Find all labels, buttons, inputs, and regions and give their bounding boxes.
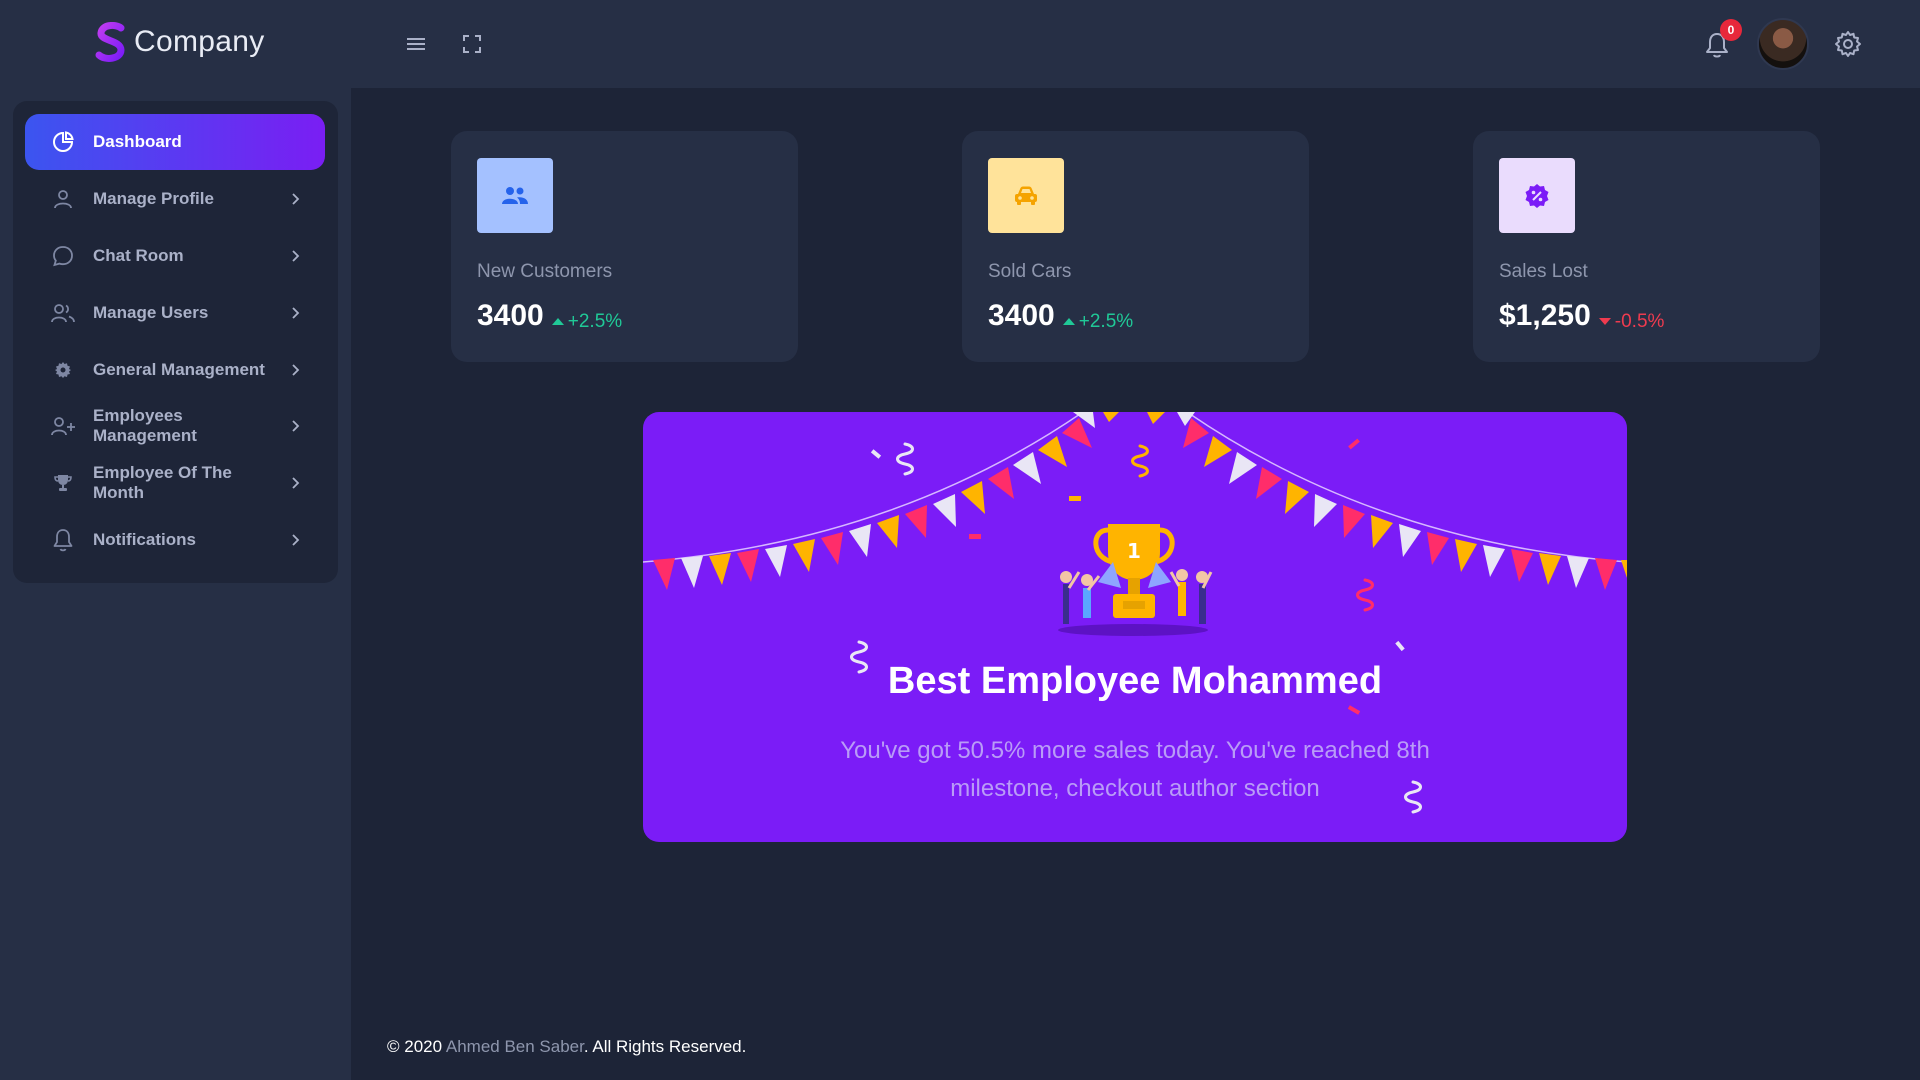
stat-value-row: 3400 +2.5% [477, 299, 622, 333]
stat-value-row: 3400 +2.5% [988, 299, 1133, 333]
user-plus-icon [50, 413, 76, 439]
footer-suffix: . All Rights Reserved. [583, 1037, 747, 1056]
stat-value: 3400 [477, 299, 544, 332]
chevron-right-icon [292, 250, 300, 262]
sidebar-item-label: Manage Profile [93, 189, 214, 208]
chat-icon [50, 243, 76, 269]
svg-text:1: 1 [1127, 539, 1141, 563]
brand[interactable]: Company [94, 22, 265, 62]
chevron-right-icon [292, 193, 300, 205]
cog-icon [50, 357, 76, 383]
chevron-right-icon [292, 420, 300, 432]
best-employee-banner: 1 Best Employee Mohammed You've got 50.5… [643, 412, 1627, 842]
sidebar-item-label: Dashboard [93, 132, 182, 151]
trend-up-icon [1062, 318, 1075, 325]
sidebar-item-employee-of-the-month[interactable]: Employee Of The Month [25, 455, 325, 511]
users-icon [50, 300, 76, 326]
car-icon [988, 158, 1064, 233]
chevron-right-icon [292, 307, 300, 319]
sidebar-item-label: Employee Of The Month [93, 463, 232, 502]
sidebar-item-chat-room[interactable]: Chat Room [25, 228, 325, 284]
stat-card-new-customers: New Customers 3400 +2.5% [451, 131, 798, 362]
banner-text: You've got 50.5% more sales today. You'v… [840, 737, 1430, 802]
trend-down-icon [1598, 318, 1611, 325]
trend-up-icon [551, 318, 564, 325]
stat-change-value: -0.5% [1614, 310, 1665, 332]
sidebar-item-label: General Management [93, 360, 265, 379]
percent-badge-icon [1499, 158, 1575, 233]
trophy-icon [50, 470, 76, 496]
footer-author-link[interactable]: Ahmed Ben Saber [446, 1037, 584, 1056]
sidebar-item-label: Chat Room [93, 246, 184, 265]
sidebar-item-manage-users[interactable]: Manage Users [25, 285, 325, 341]
gear-icon[interactable] [1834, 30, 1862, 58]
stat-change: +2.5% [1062, 310, 1134, 333]
stat-label: Sold Cars [988, 261, 1072, 282]
stat-label: Sales Lost [1499, 261, 1588, 282]
stat-card-sold-cars: Sold Cars 3400 +2.5% [962, 131, 1309, 362]
pie-chart-icon [50, 129, 76, 155]
chevron-right-icon [292, 534, 300, 546]
brand-name: Company [134, 25, 265, 58]
stat-change-value: +2.5% [567, 310, 623, 332]
hamburger-icon[interactable] [402, 30, 430, 58]
avatar[interactable] [1757, 18, 1809, 70]
sidebar-item-manage-profile[interactable]: Manage Profile [25, 171, 325, 227]
sidebar-item-label: Employees Management [93, 406, 197, 445]
chevron-right-icon [292, 364, 300, 376]
stat-change: -0.5% [1598, 310, 1665, 333]
sidebar-item-notifications[interactable]: Notifications [25, 512, 325, 568]
stat-card-sales-lost: Sales Lost $1,250 -0.5% [1473, 131, 1820, 362]
banner-title: Best Employee Mohammed [887, 660, 1383, 702]
sidebar-item-general-management[interactable]: General Management [25, 342, 325, 398]
stat-label: New Customers [477, 261, 613, 282]
footer-prefix: © 2020 [387, 1037, 446, 1056]
stat-change-value: +2.5% [1078, 310, 1134, 332]
sidebar-item-label: Notifications [93, 530, 196, 549]
fullscreen-icon[interactable] [458, 30, 486, 58]
sidebar-item-employees-management[interactable]: Employees Management [25, 398, 325, 454]
users-icon [477, 158, 553, 233]
bell-icon [50, 527, 76, 553]
stat-change: +2.5% [551, 310, 623, 333]
top-bar: Company 0 [0, 0, 1920, 88]
notification-badge: 0 [1720, 19, 1742, 41]
footer: © 2020 Ahmed Ben Saber. All Rights Reser… [387, 1037, 746, 1057]
sidebar-item-label: Manage Users [93, 303, 209, 322]
stat-value: 3400 [988, 299, 1055, 332]
s-logo-icon [95, 22, 125, 62]
chevron-right-icon [292, 477, 300, 489]
sidebar: Dashboard Manage Profile Chat Room Manag… [13, 101, 338, 583]
sidebar-item-dashboard[interactable]: Dashboard [25, 114, 325, 170]
stat-value: $1,250 [1499, 299, 1591, 332]
user-icon [50, 186, 76, 212]
stat-value-row: $1,250 -0.5% [1499, 299, 1664, 333]
